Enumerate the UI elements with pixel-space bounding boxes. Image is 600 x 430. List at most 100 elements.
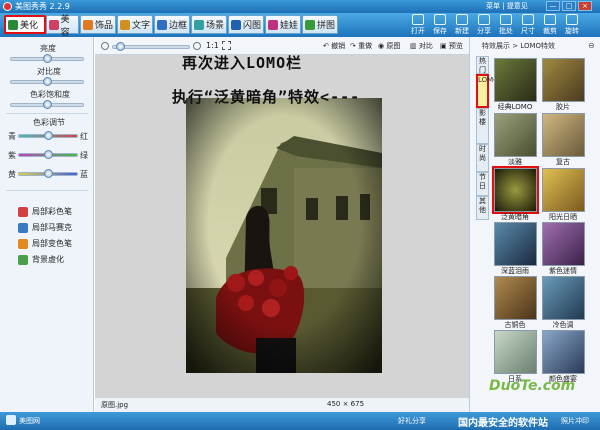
effect-item[interactable]	[494, 330, 537, 374]
menu-link[interactable]: 菜单	[486, 2, 500, 10]
side-tab-studio[interactable]: 影楼	[476, 108, 489, 144]
saturation-label: 色彩饱和度	[30, 90, 70, 99]
crop-button[interactable]: 裁剪	[540, 14, 560, 36]
minimize-button[interactable]: —	[546, 1, 560, 11]
beautify-icon	[8, 19, 18, 30]
gift-share-link[interactable]: 好礼分享	[398, 416, 426, 426]
tab-label: 美化	[20, 21, 39, 31]
tab-text[interactable]: 文字	[117, 15, 153, 34]
preview-button[interactable]: ▣ 预览	[440, 41, 463, 51]
background-blur-button[interactable]: 背景虚化	[18, 254, 64, 265]
frame-icon	[157, 19, 167, 30]
resize-button[interactable]: 尺寸	[518, 14, 538, 36]
tool-label: 局部彩色笔	[32, 207, 72, 216]
effect-thumbnail	[542, 330, 585, 374]
effect-item[interactable]	[542, 276, 585, 320]
tab-accessory[interactable]: 饰品	[80, 15, 116, 34]
open-button[interactable]: 打开	[408, 14, 428, 36]
zoom-ratio[interactable]: 1:1	[206, 41, 219, 50]
side-tab-hot[interactable]: 热门	[476, 56, 489, 74]
saturation-knob[interactable]	[43, 100, 52, 109]
batch-icon	[500, 14, 512, 25]
folder-icon	[412, 14, 424, 25]
effect-thumbnail	[494, 168, 537, 212]
tab-label: 边框	[169, 21, 188, 31]
effect-item[interactable]	[542, 168, 585, 212]
tab-collage[interactable]: 拼图	[302, 15, 338, 34]
zoom-in-icon[interactable]	[193, 42, 201, 50]
effect-thumbnail	[494, 276, 537, 320]
instruction-line-2: 执行“泛黄暗角”特效<---	[172, 88, 361, 106]
tab-flash[interactable]: 闪图	[228, 15, 264, 34]
green-label: 绿	[80, 151, 88, 160]
effect-item[interactable]	[494, 58, 537, 102]
tab-beautify[interactable]: 美化	[4, 15, 46, 34]
effects-breadcrumb: 特效展示 > LOMO特效	[482, 42, 556, 50]
undo-button[interactable]: ↶ 撤销	[323, 41, 345, 51]
tab-face[interactable]: 美容	[46, 15, 79, 38]
tab-label: 娃娃	[280, 21, 299, 31]
effect-item[interactable]	[542, 113, 585, 157]
rotate-button[interactable]: 旋转	[562, 14, 582, 36]
button-label: 撤销	[331, 42, 346, 50]
title-menu[interactable]: 菜单 | 提意见	[486, 1, 528, 11]
effect-item[interactable]	[542, 58, 585, 102]
collage-icon	[305, 19, 315, 30]
tab-doll[interactable]: 娃娃	[265, 15, 301, 34]
rotate-icon	[566, 14, 578, 25]
collapse-icon[interactable]: ⊖	[588, 41, 595, 50]
magenta-green-knob[interactable]	[44, 150, 53, 159]
redo-button[interactable]: ↷ 重做	[350, 41, 372, 51]
save-button[interactable]: 保存	[430, 14, 450, 36]
effect-label: 胶片	[556, 103, 570, 111]
tool-label: 背景虚化	[32, 255, 64, 264]
tab-label: 美容	[60, 14, 70, 38]
cyan-label: 青	[8, 132, 16, 141]
feedback-link[interactable]: 提意见	[507, 2, 528, 10]
cyan-red-knob[interactable]	[44, 131, 53, 140]
scene-icon	[194, 19, 204, 30]
brightness-knob[interactable]	[43, 54, 52, 63]
share-button[interactable]: 分享	[474, 14, 494, 36]
effect-item[interactable]	[542, 330, 585, 374]
button-label: 原图	[386, 42, 401, 50]
effect-thumbnail	[542, 168, 585, 212]
effect-thumbnail	[494, 222, 537, 266]
compare-button[interactable]: ▥ 对比	[410, 41, 433, 51]
accessory-icon	[83, 19, 93, 30]
contrast-knob[interactable]	[43, 77, 52, 86]
close-button[interactable]: ×	[578, 1, 592, 11]
tool-label: 局部变色笔	[32, 239, 72, 248]
effect-item[interactable]	[494, 276, 537, 320]
fit-window-icon[interactable]	[222, 41, 231, 50]
zoom-knob[interactable]	[116, 42, 125, 51]
tab-frame[interactable]: 边框	[154, 15, 190, 34]
effect-label: 深蓝泪雨	[501, 267, 529, 275]
effect-thumbnail	[494, 58, 537, 102]
tool-label: 局部马赛克	[32, 223, 72, 232]
side-tab-festival[interactable]: 节日	[476, 172, 489, 196]
photo-print-link[interactable]: 照片冲印	[561, 416, 589, 426]
effect-item[interactable]	[494, 222, 537, 266]
crop-icon	[544, 14, 556, 25]
effect-item[interactable]	[494, 113, 537, 157]
effect-label: 泛黄暗角	[501, 213, 529, 221]
button-label: 预览	[448, 42, 463, 50]
local-mosaic-button[interactable]: 局部马赛克	[18, 222, 72, 233]
red-label: 红	[80, 132, 88, 141]
tab-scene[interactable]: 场景	[191, 15, 227, 34]
blue-label: 蓝	[80, 170, 88, 179]
effect-item[interactable]	[494, 168, 537, 212]
local-color-pen-button[interactable]: 局部彩色笔	[18, 206, 72, 217]
maximize-button[interactable]: □	[562, 1, 576, 11]
batch-button[interactable]: 批处理	[496, 14, 516, 45]
new-button[interactable]: 新建	[452, 14, 472, 36]
zoom-out-icon[interactable]	[101, 42, 109, 50]
local-recolor-pen-button[interactable]: 局部变色笔	[18, 238, 72, 249]
meitu-site-link[interactable]: 美图网	[19, 416, 40, 426]
effect-item[interactable]	[542, 222, 585, 266]
original-button[interactable]: ◉ 原图	[378, 41, 400, 51]
blur-icon	[18, 254, 28, 265]
button-label: 旋转	[565, 27, 579, 35]
yellow-blue-knob[interactable]	[44, 169, 53, 178]
